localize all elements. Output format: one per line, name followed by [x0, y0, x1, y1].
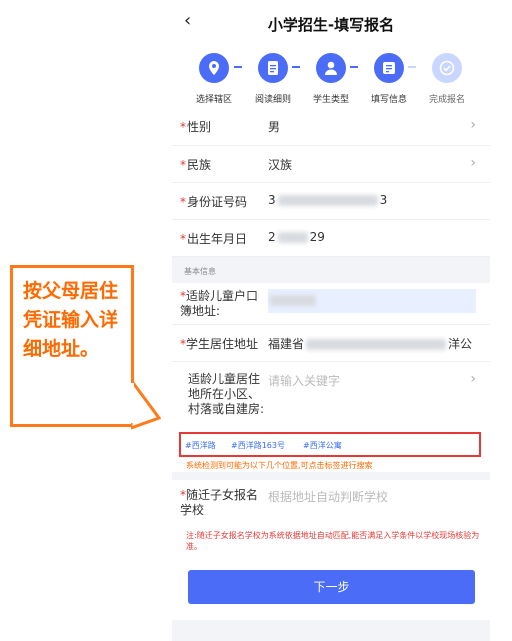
document-icon — [258, 53, 288, 83]
suggestion-highlight-box: #西洋路 #西洋路163号 #西洋公寓 — [179, 432, 481, 457]
step-label: 填写信息 — [370, 95, 407, 105]
birthdate-row[interactable]: *出生年月日 2 29 — [172, 220, 490, 257]
step-complete: 完成报名 — [418, 53, 476, 105]
residence-address-row: *学生居住地址 福建省 洋公 — [172, 325, 490, 362]
residence-address-input[interactable]: 福建省 洋公 — [268, 335, 472, 352]
location-pin-icon — [199, 53, 229, 83]
step-connector — [292, 66, 300, 68]
step-select-district: 选择辖区 — [185, 53, 243, 105]
callout-text: 按父母居住凭证输入详细地址。 — [23, 280, 119, 360]
gender-value: 男 — [268, 120, 281, 134]
next-step-button[interactable]: 下一步 — [188, 570, 475, 604]
id-number-row[interactable]: *身份证号码 33 — [172, 183, 490, 220]
registration-form: *性别 男 › *民族 汉族 › *身份证号码 33 *出生年月日 2 29 基本… — [172, 116, 490, 620]
chevron-right-icon: › — [470, 117, 476, 133]
ethnicity-value: 汉族 — [268, 158, 293, 172]
ethnicity-row[interactable]: *民族 汉族 › — [172, 146, 490, 183]
gender-label: 性别 — [187, 120, 212, 134]
chevron-right-icon: › — [470, 371, 476, 387]
check-icon — [432, 53, 462, 83]
household-address-label: 适龄儿童户口簿地址: — [180, 289, 259, 318]
button-area: 下一步 — [172, 560, 490, 620]
household-address-input[interactable] — [268, 289, 476, 313]
school-row[interactable]: *随迁子女报名学校 根据地址自动判断学校 — [172, 480, 490, 528]
step-connector — [234, 66, 242, 68]
residence-address-label: 学生居住地址 — [186, 337, 259, 351]
step-fill-info: 填写信息 — [360, 53, 418, 105]
step-label: 完成报名 — [428, 95, 465, 105]
birthdate-value: 2 29 — [268, 230, 325, 244]
step-label: 选择辖区 — [195, 95, 232, 105]
community-row[interactable]: 适龄儿童居住地所在小区、村落或自建房: 请输入关键字 › — [172, 362, 490, 432]
household-address-row: *适龄儿童户口簿地址: — [172, 283, 490, 325]
form-icon — [374, 53, 404, 83]
section-title: 基本信息 — [184, 267, 216, 276]
step-connector — [408, 66, 416, 68]
step-student-type: 学生类型 — [302, 53, 360, 105]
birthdate-label: 出生年月日 — [187, 232, 248, 246]
section-basic-info: 基本信息 — [172, 257, 490, 283]
nav-bar: ‹ 小学招生-填写报名 — [172, 0, 490, 46]
chevron-right-icon: › — [470, 155, 476, 171]
step-connector — [350, 66, 358, 68]
user-icon — [316, 53, 346, 83]
suggestion-tag[interactable]: #西洋路163号 — [231, 440, 285, 451]
step-progress: 选择辖区 阅读细则 学生类型 填写信息 完成报名 — [172, 46, 490, 116]
community-input[interactable]: 请输入关键字 — [268, 372, 340, 389]
suggestion-hint: 系统检测到可能为以下几个位置,可点击标签进行搜索 — [186, 461, 373, 470]
location-suggestions: #西洋路 #西洋路163号 #西洋公寓 系统检测到可能为以下几个位置,可点击标签… — [172, 432, 490, 472]
step-label: 学生类型 — [312, 95, 349, 105]
annotation-callout: 按父母居住凭证输入详细地址。 — [10, 265, 134, 427]
suggestion-tag[interactable]: #西洋路 — [185, 440, 216, 451]
page-title: 小学招生-填写报名 — [267, 16, 395, 34]
step-label: 阅读细则 — [254, 95, 291, 105]
id-number-label: 身份证号码 — [187, 195, 248, 209]
id-number-value: 33 — [268, 193, 388, 207]
step-read-rules: 阅读细则 — [244, 53, 302, 105]
school-note: 注:随迁子女报名学校为系统依据地址自动匹配,能否满足入学条件以学校现场核验为准。 — [172, 528, 490, 560]
phone-screen: ‹ 小学招生-填写报名 选择辖区 阅读细则 学生类型 填写信息 完成报名 *性别… — [172, 0, 490, 641]
ethnicity-label: 民族 — [187, 158, 212, 172]
community-label: 适龄儿童居住地所在小区、村落或自建房: — [188, 372, 265, 416]
callout-pointer — [131, 380, 161, 430]
suggestion-tag[interactable]: #西洋公寓 — [303, 440, 342, 451]
school-label: 随迁子女报名学校 — [180, 488, 259, 517]
school-input: 根据地址自动判断学校 — [268, 490, 389, 504]
gender-row[interactable]: *性别 男 › — [172, 116, 490, 146]
